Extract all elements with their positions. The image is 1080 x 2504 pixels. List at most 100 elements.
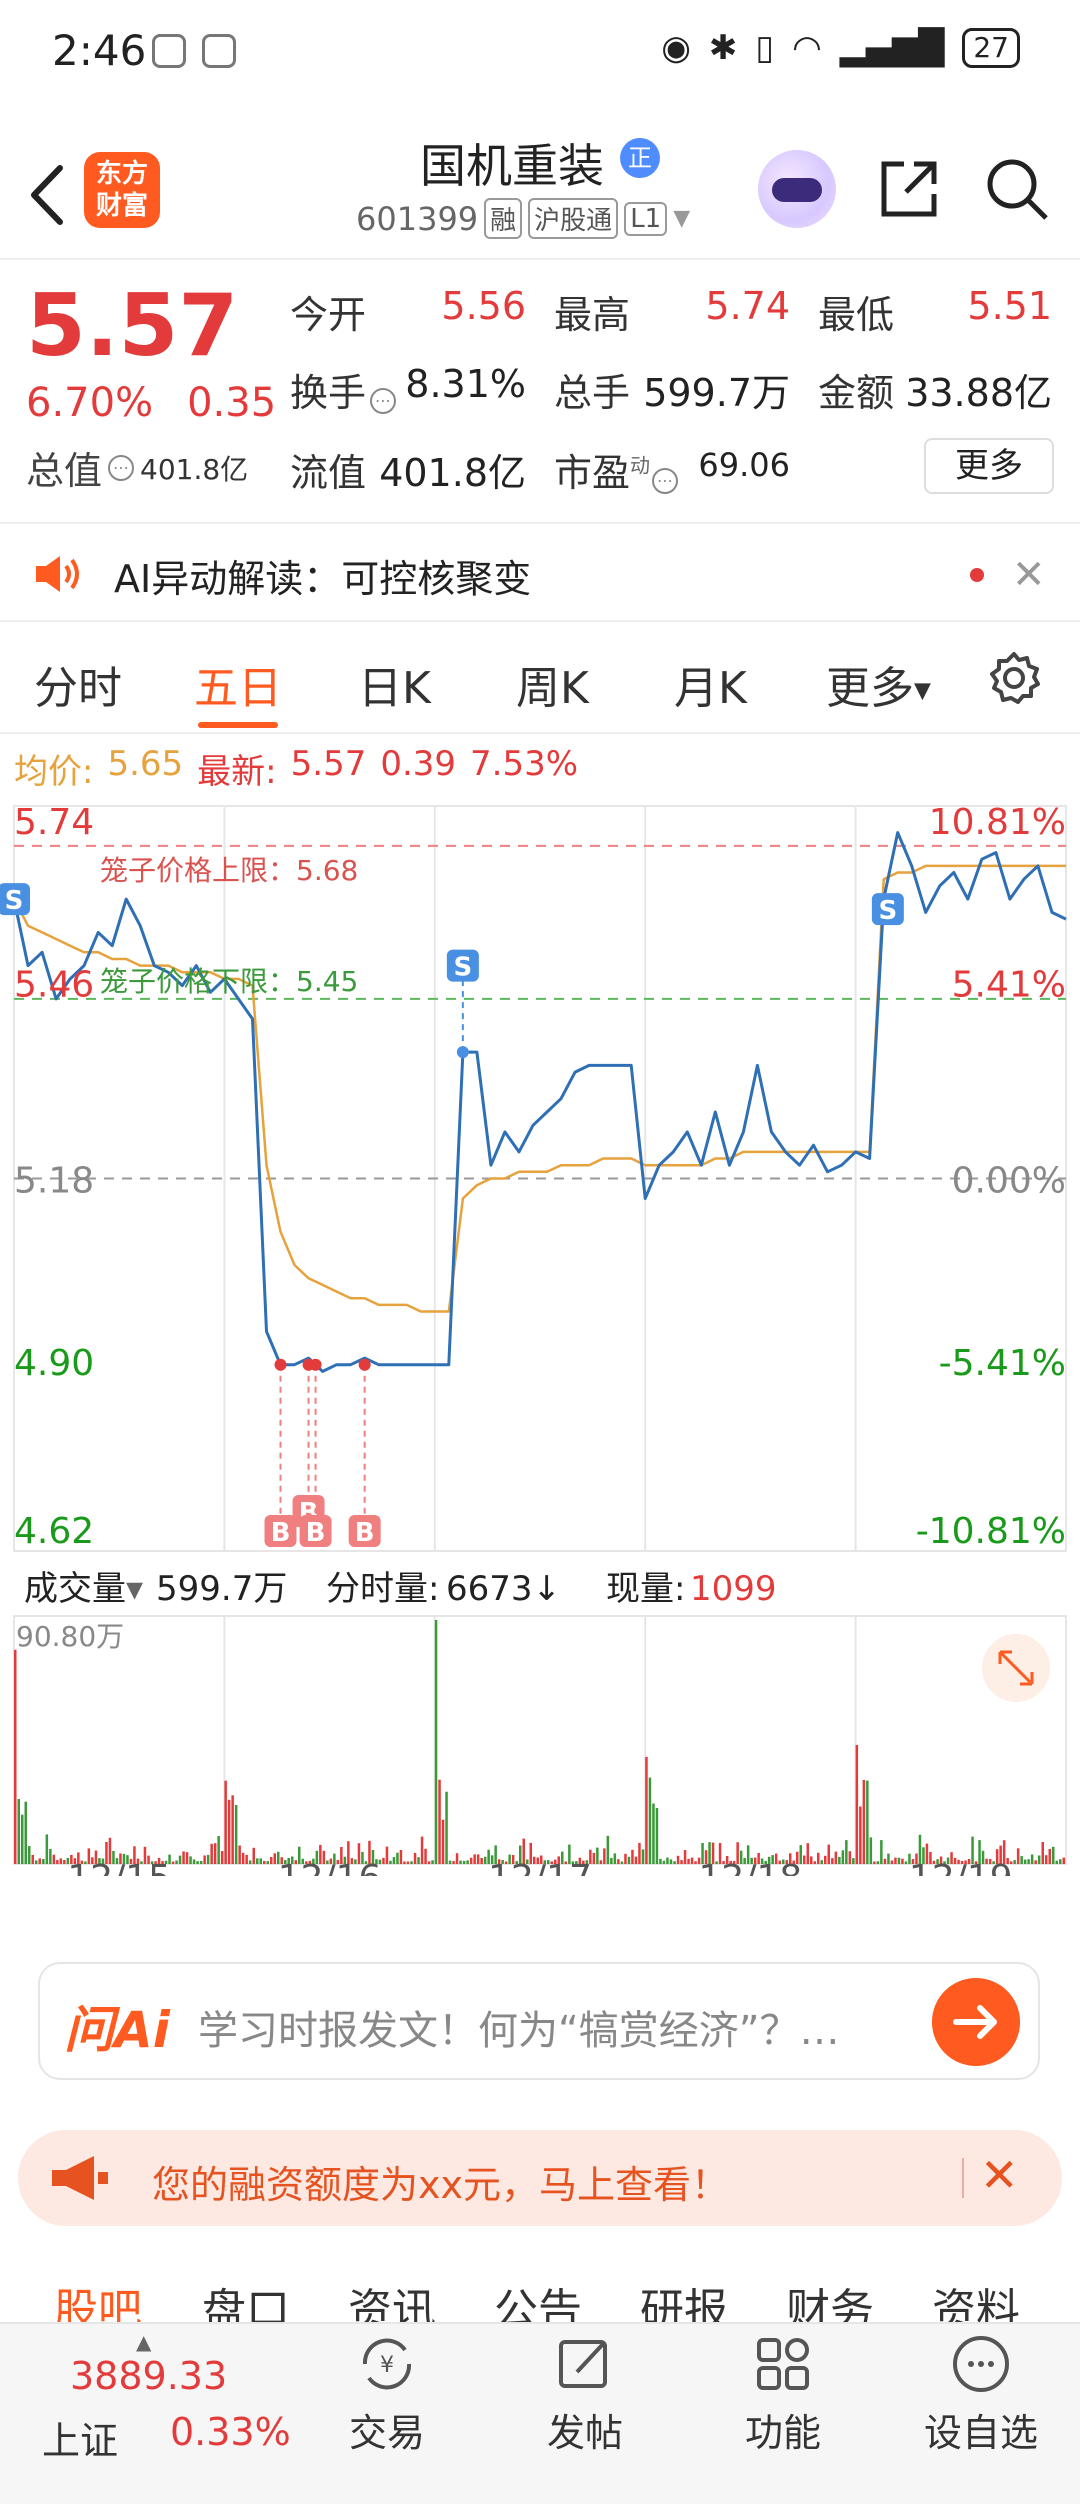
volume-bar (904, 1861, 908, 1864)
tab-intraday[interactable]: 分时 (34, 652, 122, 716)
promo-divider (962, 2158, 964, 2198)
tab-weekly-k[interactable]: 周K (516, 652, 589, 716)
tab-monthly-k[interactable]: 月K (674, 652, 747, 716)
close-icon[interactable]: ✕ (980, 2148, 1019, 2202)
expand-icon (982, 1634, 1050, 1702)
info-icon[interactable]: ⋯ (652, 468, 679, 494)
marker-dot (274, 1358, 287, 1371)
volume-bar (827, 1844, 830, 1864)
info-icon[interactable]: ⋯ (108, 454, 135, 481)
volume-max-label: 90.80万 (16, 1620, 124, 1653)
date-label: 12/17 (488, 1858, 592, 1876)
nav-watchlist[interactable]: 设自选 (916, 2332, 1046, 2457)
volume-bar (1027, 1859, 1030, 1864)
ai-insight-bar[interactable]: AI异动解读：可控核聚变 ✕ (0, 522, 1080, 622)
share-icon[interactable] (874, 154, 944, 224)
volume-bar (694, 1861, 697, 1864)
volume-bar (1034, 1860, 1037, 1864)
caret-down-icon[interactable]: ▼ (673, 206, 690, 231)
volume-bar (666, 1857, 669, 1864)
volume-bar (63, 1860, 66, 1864)
date-label: 12/18 (699, 1858, 803, 1876)
chart-labels: 5.74 5.46 5.18 4.90 4.62 10.81% 5.41% 0.00% -5.4… (14, 802, 1066, 1552)
volume-bar (845, 1840, 848, 1864)
badge-zheng: 正 (620, 138, 660, 178)
nav-trade[interactable]: ¥ 交易 (322, 2332, 452, 2457)
nav-post[interactable]: 发帖 (520, 2332, 650, 2457)
volume-bar (883, 1858, 887, 1864)
volume-bar (610, 1858, 613, 1864)
ai-robot-icon[interactable] (758, 150, 836, 228)
change-value: 0.35 (187, 380, 277, 426)
volume-bar (862, 1780, 866, 1864)
marker-label: B (355, 1518, 375, 1548)
volume-bar (1048, 1848, 1051, 1864)
volume-bar (417, 1857, 420, 1864)
volume-bar (252, 1847, 255, 1864)
promo-text[interactable]: 您的融资额度为xx元，马上查看！ (152, 2154, 729, 2209)
volume-bar (399, 1850, 403, 1864)
back-icon[interactable] (22, 160, 72, 230)
volume-bar (641, 1849, 645, 1864)
close-icon[interactable]: ✕ (1012, 552, 1046, 598)
volume-bar (627, 1856, 631, 1864)
eye-icon: ◉ (661, 28, 691, 68)
volume-bar (673, 1861, 676, 1864)
volume-bar (690, 1857, 694, 1864)
tab-daily-k[interactable]: 日K (358, 652, 431, 716)
volume-bar (1030, 1854, 1034, 1864)
bluetooth-icon: ✱ (708, 28, 738, 68)
tag-margin: 融 (484, 198, 523, 239)
volume-bar (831, 1858, 834, 1864)
volume-bar (1055, 1860, 1058, 1864)
ask-ai-input[interactable]: 学习时报发文！何为“犒赏经济”？… (198, 1998, 898, 2056)
volume-bar (659, 1858, 662, 1864)
search-icon[interactable] (982, 154, 1052, 224)
volume-bar (385, 1846, 389, 1864)
signal-icon: ▂▄▆█ (839, 28, 945, 68)
volume-bar (1023, 1859, 1027, 1864)
index-value[interactable]: 3889.33 (70, 2354, 227, 2398)
y-tick-left: 5.46 (14, 964, 94, 1005)
volume-bar (28, 1846, 31, 1864)
tab-five-day[interactable]: 五日 (194, 652, 282, 716)
cage-upper-label: 笼子价格上限：5.68 (100, 854, 358, 887)
info-icon[interactable]: ⋯ (370, 388, 397, 414)
volume-bar (178, 1855, 182, 1864)
vibrate-icon: ▯ (755, 28, 775, 68)
volume-bar (631, 1849, 634, 1864)
more-button[interactable]: 更多 (924, 438, 1054, 494)
volume-bar (1013, 1860, 1016, 1864)
five-day-chart[interactable]: SSSBBB B 5.745.465.184.904.6210.81%5.41%0… (0, 796, 1080, 1876)
tab-more[interactable]: 更多▼ (826, 652, 931, 716)
chart-grid (13, 805, 1067, 1552)
promo-banner[interactable]: 您的融资额度为xx元，马上查看！ ✕ (18, 2130, 1062, 2226)
volume-bar (466, 1860, 469, 1864)
volume-bar (206, 1854, 210, 1864)
volume-bar (901, 1858, 904, 1864)
volume-label: 成交量 (24, 1569, 126, 1609)
stock-header: 东方财富 国机重装 正 601399 融 沪股通 L1 ▼ (0, 130, 1080, 260)
stock-code-row: 601399 融 沪股通 L1 ▼ (356, 198, 690, 239)
volume-bar (420, 1836, 424, 1864)
volume-bar (224, 1780, 227, 1864)
field-turnover: 换手 ⋯ 8.31% (290, 362, 526, 415)
volume-bar (231, 1795, 234, 1864)
index-pct[interactable]: 0.33% (170, 2410, 291, 2454)
volume-bar (687, 1858, 690, 1864)
last-price: 5.57 (26, 276, 239, 376)
volume-bar (603, 1848, 606, 1864)
volume-bar (392, 1857, 396, 1864)
ai-insight-text[interactable]: AI异动解读：可控核聚变 (114, 548, 531, 603)
latest-change: 0.39 (380, 744, 457, 784)
gear-icon[interactable] (986, 650, 1042, 706)
ask-ai-box[interactable]: 问Ai 学习时报发文！何为“犒赏经济”？… (38, 1962, 1040, 2080)
svg-text:¥: ¥ (380, 2353, 394, 2378)
volume-bar (1059, 1859, 1062, 1864)
volume-bar (483, 1856, 487, 1864)
field-float-cap: 流值 401.8亿 (290, 451, 526, 495)
volume-bar (410, 1861, 413, 1864)
index-name[interactable]: 上证 (42, 2410, 118, 2465)
arrow-right-icon[interactable] (932, 1978, 1020, 2066)
nav-features[interactable]: 功能 (718, 2332, 848, 2457)
